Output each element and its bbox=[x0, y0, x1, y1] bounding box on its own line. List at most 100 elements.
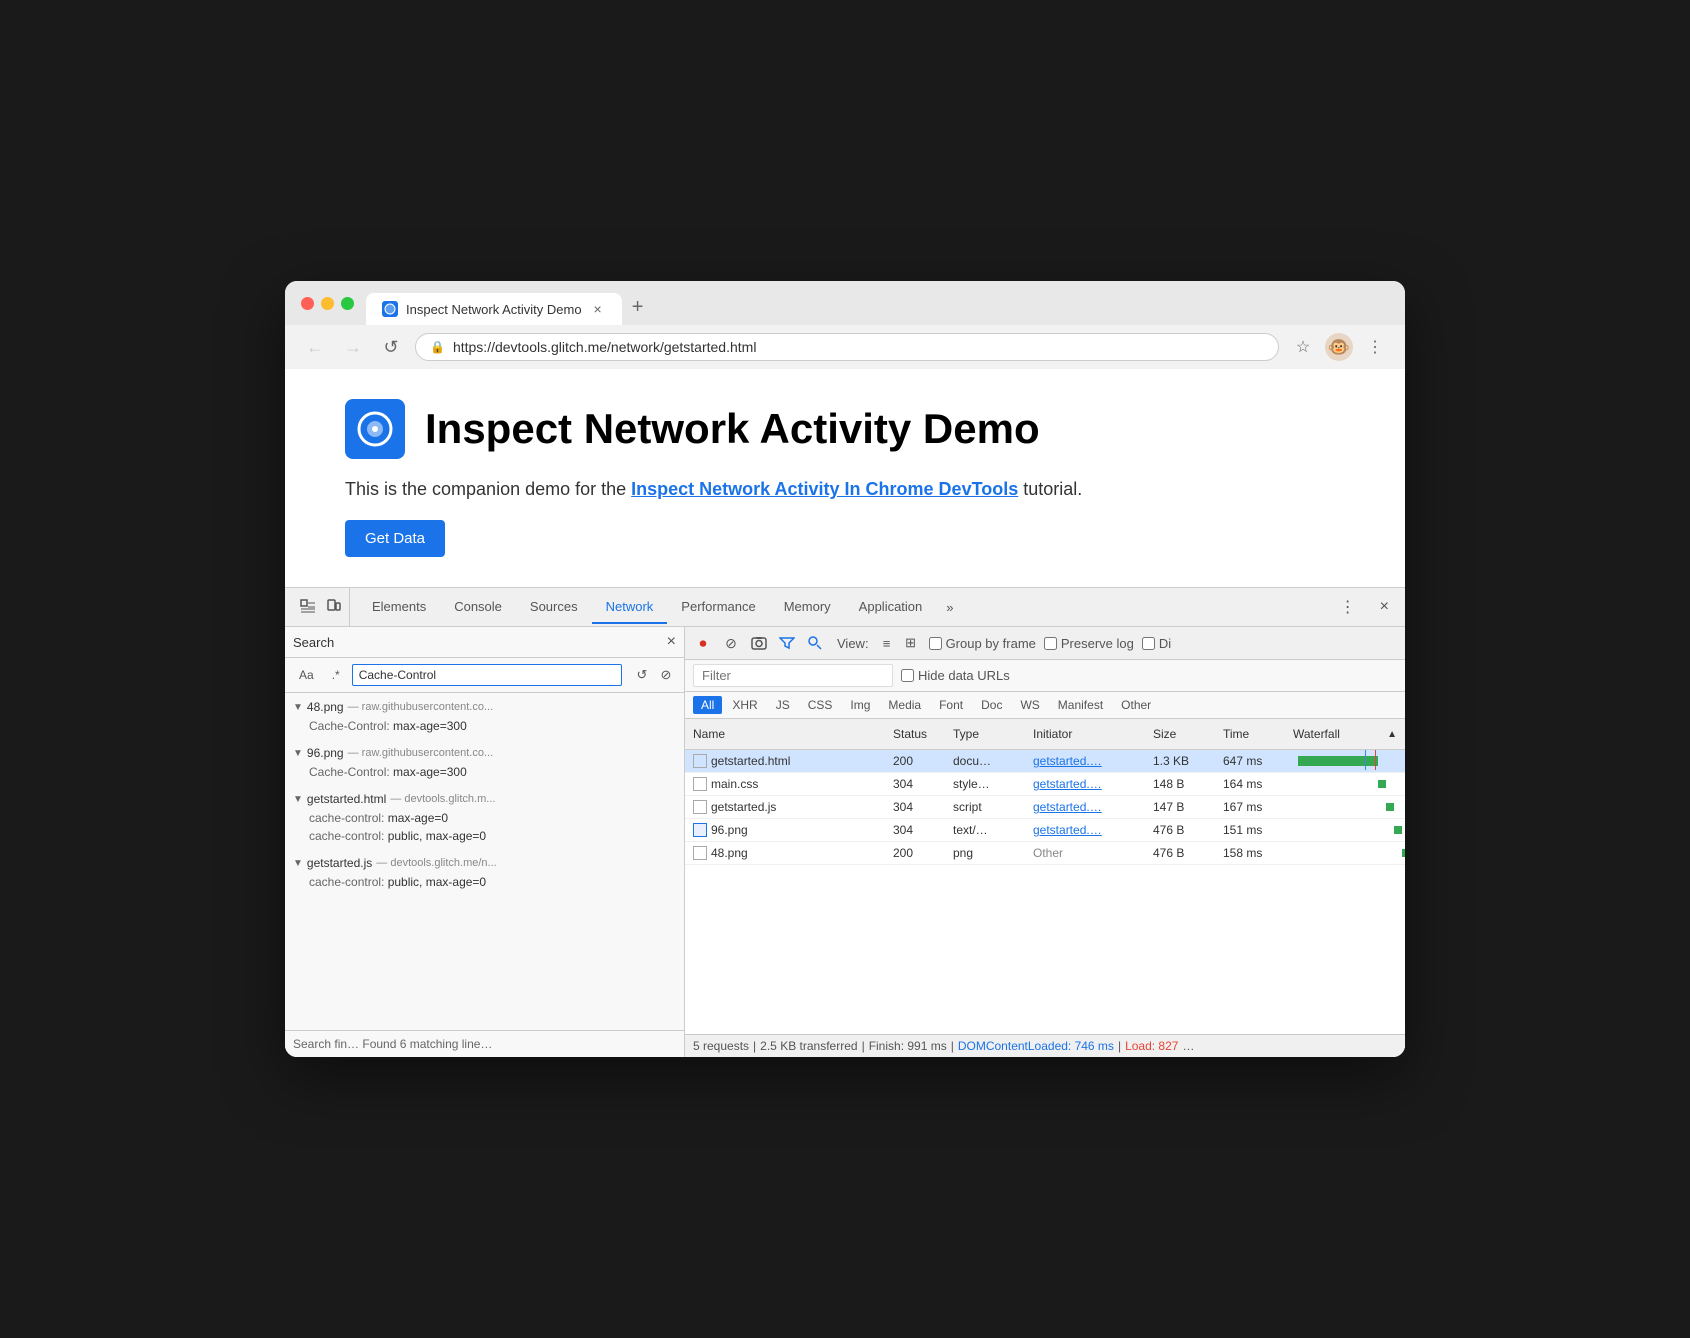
devtools-close-button[interactable]: × bbox=[1372, 594, 1397, 620]
record-button[interactable]: ⏺ bbox=[693, 633, 713, 653]
browser-window: Inspect Network Activity Demo × + ← → ↺ … bbox=[285, 281, 1405, 1057]
type-filter-js[interactable]: JS bbox=[768, 696, 798, 714]
table-row[interactable]: 48.png 200 png Other 476 B 158 ms bbox=[685, 842, 1405, 865]
group-by-frame-checkbox[interactable] bbox=[929, 637, 942, 650]
row-status: 200 bbox=[885, 750, 945, 772]
more-tabs-button[interactable]: » bbox=[936, 592, 963, 623]
regex-button[interactable]: .* bbox=[326, 666, 346, 684]
file-icon bbox=[693, 846, 707, 860]
type-filter-all[interactable]: All bbox=[693, 696, 722, 714]
row-initiator: getstarted.… bbox=[1025, 796, 1145, 818]
search-header: Search × bbox=[285, 627, 684, 658]
page-title: Inspect Network Activity Demo bbox=[425, 405, 1040, 453]
col-waterfall[interactable]: Waterfall ▲ bbox=[1285, 723, 1405, 745]
file-icon bbox=[693, 823, 707, 837]
type-filter-font[interactable]: Font bbox=[931, 696, 971, 714]
inspect-icon[interactable] bbox=[297, 596, 319, 618]
get-data-button[interactable]: Get Data bbox=[345, 520, 445, 557]
address-bar[interactable]: 🔒 https://devtools.glitch.me/network/get… bbox=[415, 333, 1279, 361]
col-name[interactable]: Name bbox=[685, 723, 885, 745]
row-status: 304 bbox=[885, 773, 945, 795]
type-filter-media[interactable]: Media bbox=[880, 696, 929, 714]
maximize-button[interactable] bbox=[341, 297, 354, 310]
initiator-link[interactable]: getstarted.… bbox=[1033, 800, 1102, 814]
devtools-tabs: Elements Console Sources Network Perform… bbox=[285, 588, 1405, 627]
preserve-log-checkbox[interactable] bbox=[1044, 637, 1057, 650]
table-row[interactable]: 96.png 304 text/… getstarted.… 476 B 151… bbox=[685, 819, 1405, 842]
initiator-link[interactable]: getstarted.… bbox=[1033, 823, 1102, 837]
search-icon[interactable] bbox=[805, 633, 825, 653]
tab-application[interactable]: Application bbox=[845, 591, 937, 624]
detail-view-button[interactable]: ⊞ bbox=[901, 633, 921, 653]
filter-input[interactable] bbox=[693, 664, 893, 687]
hide-data-urls-checkbox[interactable] bbox=[901, 669, 914, 682]
tab-sources[interactable]: Sources bbox=[516, 591, 592, 624]
type-filter-doc[interactable]: Doc bbox=[973, 696, 1010, 714]
tab-elements[interactable]: Elements bbox=[358, 591, 440, 624]
tab-performance[interactable]: Performance bbox=[667, 591, 769, 624]
filter-icon[interactable] bbox=[777, 633, 797, 653]
file-icon bbox=[693, 754, 707, 768]
type-filter-img[interactable]: Img bbox=[842, 696, 878, 714]
devtools-actions bbox=[293, 588, 350, 626]
clear-search-button[interactable]: ⊘ bbox=[656, 665, 676, 685]
type-filter-css[interactable]: CSS bbox=[800, 696, 841, 714]
tab-network[interactable]: Network bbox=[592, 591, 668, 624]
waterfall-bar bbox=[1402, 849, 1405, 857]
browser-tab[interactable]: Inspect Network Activity Demo × bbox=[366, 293, 622, 325]
type-filter-other[interactable]: Other bbox=[1113, 696, 1159, 714]
separator: | bbox=[1118, 1039, 1121, 1053]
minimize-button[interactable] bbox=[321, 297, 334, 310]
tab-favicon bbox=[382, 301, 398, 317]
type-filter-ws[interactable]: WS bbox=[1012, 696, 1047, 714]
disable-cache-checkbox[interactable] bbox=[1142, 637, 1155, 650]
search-group-header-48png[interactable]: ▼ 48.png — raw.githubusercontent.co... bbox=[285, 697, 684, 717]
devtools-menu-button[interactable]: ⋮ bbox=[1332, 593, 1364, 621]
row-status: 304 bbox=[885, 819, 945, 841]
col-status[interactable]: Status bbox=[885, 723, 945, 745]
row-name: getstarted.js bbox=[685, 796, 885, 818]
avatar[interactable]: 🐵 bbox=[1325, 333, 1353, 361]
star-button[interactable]: ☆ bbox=[1289, 333, 1317, 361]
table-row[interactable]: main.css 304 style… getstarted.… 148 B 1… bbox=[685, 773, 1405, 796]
disable-cache-checkbox-group: Di bbox=[1142, 636, 1171, 651]
screenshot-button[interactable] bbox=[749, 633, 769, 653]
search-group-header-96png[interactable]: ▼ 96.png — raw.githubusercontent.co... bbox=[285, 743, 684, 763]
waterfall-red-line bbox=[1375, 750, 1376, 770]
finish-time: Finish: 991 ms bbox=[869, 1039, 947, 1053]
initiator-link[interactable]: getstarted.… bbox=[1033, 754, 1102, 768]
more-button[interactable]: ⋮ bbox=[1361, 333, 1389, 361]
table-row[interactable]: getstarted.html 200 docu… getstarted.… 1… bbox=[685, 750, 1405, 773]
type-filter-manifest[interactable]: Manifest bbox=[1050, 696, 1111, 714]
subtitle-end: tutorial. bbox=[1018, 479, 1082, 499]
col-time[interactable]: Time bbox=[1215, 723, 1285, 745]
tab-memory[interactable]: Memory bbox=[770, 591, 845, 624]
refresh-search-button[interactable]: ↺ bbox=[632, 665, 652, 685]
device-icon[interactable] bbox=[323, 596, 345, 618]
col-size[interactable]: Size bbox=[1145, 723, 1215, 745]
row-name: main.css bbox=[685, 773, 885, 795]
reload-button[interactable]: ↺ bbox=[377, 333, 405, 361]
disable-cache-label: Di bbox=[1159, 636, 1171, 651]
tab-console[interactable]: Console bbox=[440, 591, 516, 624]
type-filter-xhr[interactable]: XHR bbox=[724, 696, 765, 714]
row-name: 96.png bbox=[685, 819, 885, 841]
initiator-link[interactable]: getstarted.… bbox=[1033, 777, 1102, 791]
match-case-button[interactable]: Aa bbox=[293, 666, 320, 684]
search-group-header-getstarted-js[interactable]: ▼ getstarted.js — devtools.glitch.me/n..… bbox=[285, 853, 684, 873]
table-row[interactable]: getstarted.js 304 script getstarted.… 14… bbox=[685, 796, 1405, 819]
back-button[interactable]: ← bbox=[301, 333, 329, 361]
forward-button[interactable]: → bbox=[339, 333, 367, 361]
col-initiator[interactable]: Initiator bbox=[1025, 723, 1145, 745]
result-key: cache-control: bbox=[309, 875, 388, 889]
list-view-button[interactable]: ≡ bbox=[877, 633, 897, 653]
search-close-button[interactable]: × bbox=[667, 633, 676, 651]
subtitle-link[interactable]: Inspect Network Activity In Chrome DevTo… bbox=[631, 479, 1018, 499]
new-tab-button[interactable]: + bbox=[624, 293, 652, 321]
close-button[interactable] bbox=[301, 297, 314, 310]
col-type[interactable]: Type bbox=[945, 723, 1025, 745]
tab-close-button[interactable]: × bbox=[590, 301, 606, 317]
search-group-header-getstarted-html[interactable]: ▼ getstarted.html — devtools.glitch.m... bbox=[285, 789, 684, 809]
search-input[interactable] bbox=[352, 664, 622, 686]
clear-button[interactable]: ⊘ bbox=[721, 633, 741, 653]
